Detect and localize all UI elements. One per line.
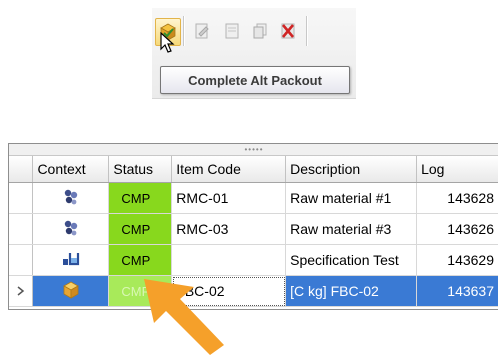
toolbar-strip: [152, 8, 356, 66]
column-header-context[interactable]: Context: [32, 156, 110, 183]
mouse-pointer-icon: [160, 31, 176, 59]
copy-document-button[interactable]: [248, 18, 272, 44]
toolbar-separator: [306, 16, 308, 46]
status-badge: CMP: [108, 182, 173, 214]
splitter-grip[interactable]: •••••: [9, 144, 498, 156]
header-row: Context Status Item Code Description Log: [9, 156, 498, 183]
edit-document-button[interactable]: [190, 18, 214, 44]
delete-button[interactable]: [276, 18, 300, 44]
description-cell[interactable]: Raw material #3: [285, 213, 418, 245]
document-icon: [225, 23, 239, 39]
row-selector[interactable]: [9, 182, 34, 214]
molecule-icon: [64, 220, 78, 235]
items-grid: ••••• Context Status Item Code Descripti…: [8, 143, 498, 310]
context-cell: [32, 275, 110, 307]
item-code-cell[interactable]: [171, 244, 287, 276]
context-cell: [32, 213, 110, 245]
document-edit-icon: [195, 23, 209, 39]
toolbar: Complete Alt Packout: [152, 8, 356, 99]
row-selector[interactable]: [9, 244, 34, 276]
column-header-log[interactable]: Log: [416, 156, 498, 183]
row-selector[interactable]: [9, 275, 34, 307]
chevron-right-icon: [17, 286, 24, 296]
context-cell: [32, 182, 110, 214]
table-row[interactable]: CMP Specification Test 143629: [9, 244, 498, 276]
tooltip: Complete Alt Packout: [160, 66, 350, 94]
table-row[interactable]: CMP RMC-03 Raw material #3 143626: [9, 213, 498, 245]
column-header-item-code[interactable]: Item Code: [171, 156, 287, 183]
row-selector-header: [9, 156, 34, 183]
callout-arrow: [138, 275, 228, 362]
molecule-icon: [64, 189, 78, 204]
description-cell[interactable]: Specification Test: [285, 244, 418, 276]
description-cell[interactable]: Raw material #1: [285, 182, 418, 214]
toolbar-separator: [183, 16, 185, 46]
log-cell[interactable]: 143629: [416, 244, 498, 276]
row-selector[interactable]: [9, 213, 34, 245]
delete-icon: [281, 23, 295, 39]
items-table: Context Status Item Code Description Log…: [9, 156, 498, 307]
item-code-cell[interactable]: RMC-03: [171, 213, 287, 245]
document-button[interactable]: [220, 18, 244, 44]
log-cell[interactable]: 143626: [416, 213, 498, 245]
log-cell[interactable]: 143628: [416, 182, 498, 214]
log-cell[interactable]: 143637: [416, 275, 498, 307]
document-copy-icon: [253, 23, 267, 39]
item-code-cell[interactable]: RMC-01: [171, 182, 287, 214]
column-header-status[interactable]: Status: [108, 156, 173, 183]
table-row-selected[interactable]: CMP FBC-02 [C kg] FBC-02 143637: [9, 275, 498, 307]
package-icon: [63, 281, 79, 299]
description-cell[interactable]: [C kg] FBC-02: [285, 275, 418, 307]
status-badge: CMP: [108, 213, 173, 245]
status-badge: CMP: [108, 244, 173, 276]
context-cell: [32, 244, 110, 276]
column-header-description[interactable]: Description: [285, 156, 418, 183]
specification-icon: [62, 252, 79, 265]
table-row[interactable]: CMP RMC-01 Raw material #1 143628: [9, 182, 498, 214]
